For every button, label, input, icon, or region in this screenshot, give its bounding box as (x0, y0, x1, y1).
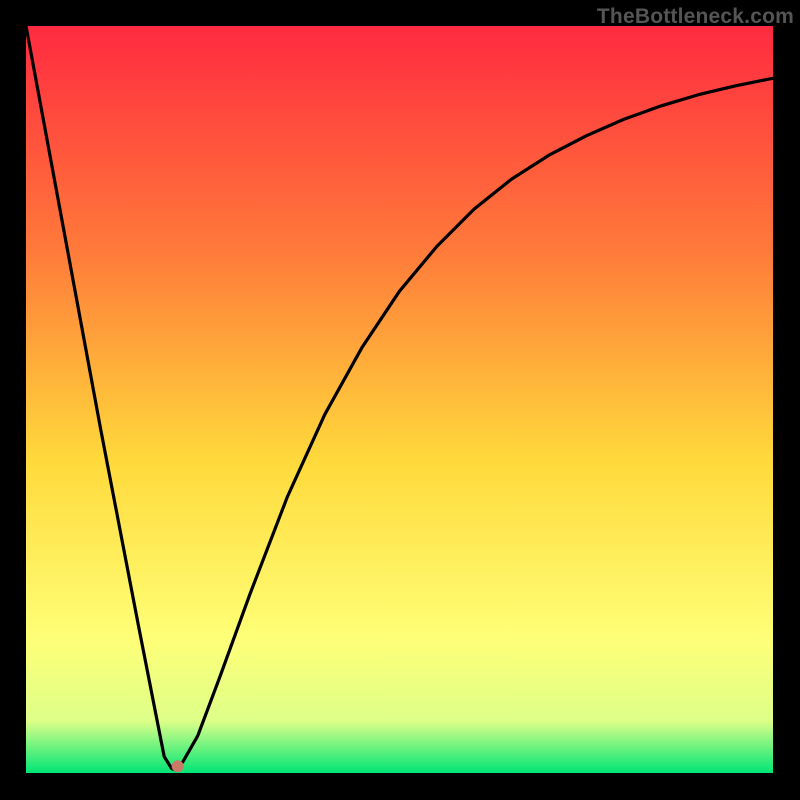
marker-point (172, 760, 184, 772)
plot-area (26, 26, 773, 773)
gradient-background (26, 26, 773, 773)
chart-frame: TheBottleneck.com (0, 0, 800, 800)
chart-svg (26, 26, 773, 773)
watermark-text: TheBottleneck.com (597, 5, 794, 29)
